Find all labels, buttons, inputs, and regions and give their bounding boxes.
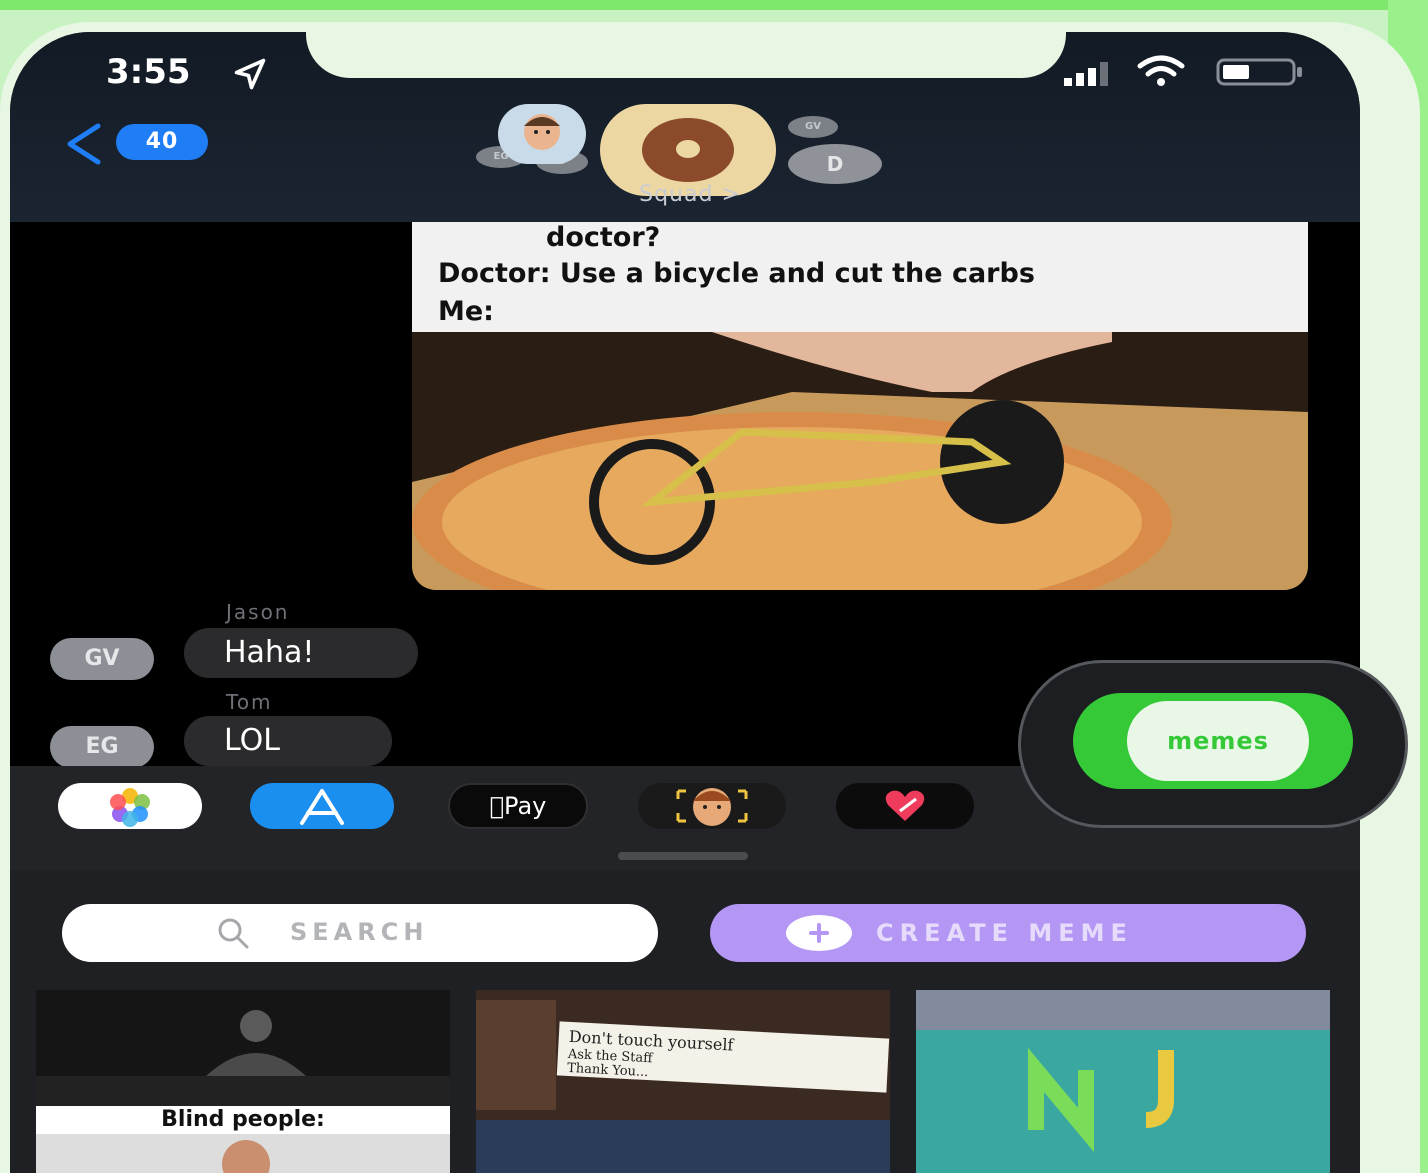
create-meme-button[interactable]: CREATE MEME (710, 904, 1306, 962)
donut-hole (676, 140, 700, 158)
meme-thumbnail[interactable]: Don't touch yourself Ask the Staff Thank… (476, 990, 890, 1173)
sender-name: Tom (226, 690, 273, 714)
create-meme-label: CREATE MEME (876, 919, 1133, 947)
heart-icon (885, 790, 925, 821)
photos-app-button[interactable] (58, 783, 202, 829)
background-top (0, 0, 1428, 10)
memes-app-drawer: SEARCH CREATE MEME Blind people: Don't t… (10, 870, 1360, 1173)
phone-screen: 3:55 40 EG D (10, 32, 1360, 1173)
meme-caption: doctor? Doctor: Use a bicycle and cut th… (412, 222, 1308, 332)
participant-avatar: D (788, 144, 882, 184)
memes-app-label: memes (1127, 701, 1309, 781)
search-icon (218, 918, 249, 949)
contact-avatar[interactable]: EG (50, 726, 154, 768)
meme-thumbnail[interactable] (916, 990, 1330, 1173)
message-bubble[interactable]: Haha! (184, 628, 418, 678)
memoji-avatar (498, 104, 586, 164)
back-button[interactable]: 40 (62, 122, 222, 166)
memes-app-button[interactable]: memes (1073, 693, 1353, 789)
meme-caption-line: Doctor: Use a bicycle and cut the carbs (438, 258, 1035, 289)
drawer-handle[interactable] (618, 852, 748, 860)
battery-icon (1216, 58, 1302, 86)
search-placeholder: SEARCH (290, 918, 429, 946)
meme-caption-line: doctor? (546, 222, 661, 253)
meme-thumbnail-photo (916, 990, 1330, 1173)
meme-thumbnail[interactable]: Blind people: (36, 990, 450, 1173)
cellular-signal-icon (1064, 62, 1108, 86)
meme-thumbnail-photo (36, 990, 450, 1106)
apple-pay-button[interactable]: Pay (448, 783, 588, 829)
digital-touch-button[interactable] (836, 783, 974, 829)
meme-thumbnail-photo (36, 1134, 450, 1173)
sender-name: Jason (226, 600, 290, 624)
unread-badge: 40 (116, 124, 208, 160)
status-time: 3:55 (106, 52, 191, 92)
memoji-face-icon (524, 114, 560, 150)
meme-thumbnail-caption: Blind people: (36, 1106, 450, 1134)
group-name-link[interactable]: Squad > (610, 182, 770, 207)
bicycle-pizza-cutter-photo (412, 332, 1308, 590)
wifi-icon (1137, 55, 1185, 86)
app-store-button[interactable] (250, 783, 394, 829)
photos-flower-icon (110, 788, 150, 827)
participant-avatar: GV (788, 116, 838, 138)
app-store-icon (300, 789, 344, 825)
meme-caption-line: Me: (438, 296, 494, 327)
plus-circle-icon (786, 915, 852, 951)
memoji-stickers-button[interactable] (638, 783, 786, 829)
meme-image-message[interactable]: doctor? Doctor: Use a bicycle and cut th… (412, 222, 1308, 590)
chevron-left-icon (67, 123, 101, 165)
memoji-icon (676, 788, 748, 826)
contact-avatar[interactable]: GV (50, 638, 154, 680)
search-input[interactable]: SEARCH (62, 904, 658, 962)
location-arrow-icon (234, 58, 266, 90)
memes-app-highlight: memes (1018, 660, 1408, 828)
phone-notch (306, 32, 1066, 78)
message-bubble[interactable]: LOL (184, 716, 392, 766)
